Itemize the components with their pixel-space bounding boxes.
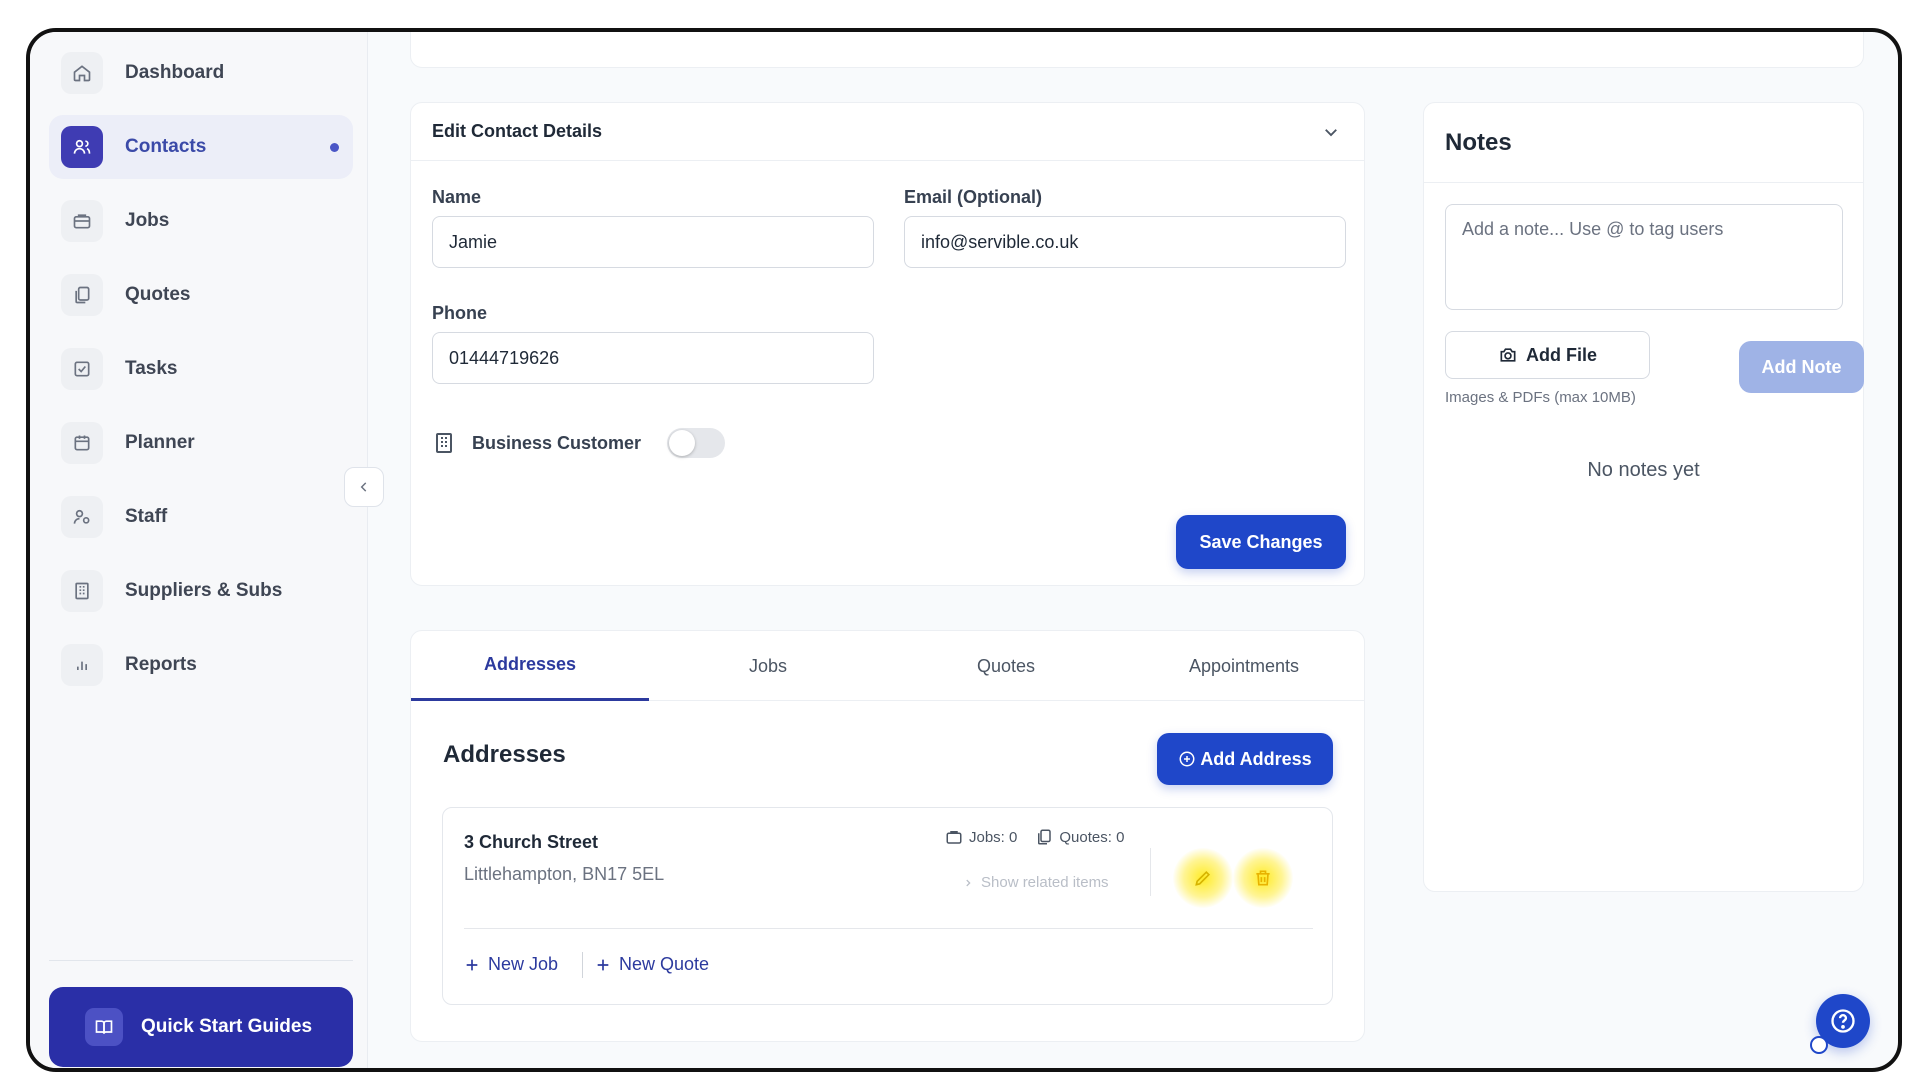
documents-icon: [1038, 829, 1052, 845]
sidebar-item-label: Planner: [125, 432, 195, 453]
active-indicator-dot: [330, 143, 339, 152]
chevron-left-icon: [360, 482, 367, 492]
pencil-icon: [1195, 870, 1211, 886]
documents-icon: [61, 274, 103, 316]
help-badge-icon: [1810, 1036, 1828, 1054]
notes-card: Notes Add File Images & PDFs (max 10MB) …: [1423, 102, 1864, 892]
new-quote-link[interactable]: New Quote: [595, 954, 709, 975]
edit-address-button[interactable]: [1173, 848, 1233, 908]
contact-tabs-card: Addresses Jobs Quotes Appointments Addre…: [410, 630, 1365, 1042]
name-field[interactable]: [432, 216, 874, 268]
address-item: 3 Church Street Littlehampton, BN17 5EL …: [442, 807, 1333, 1005]
business-customer-row: Business Customer: [432, 428, 726, 458]
question-icon: [1831, 1009, 1855, 1033]
sidebar-item-staff[interactable]: Staff: [49, 485, 353, 549]
sidebar-item-label: Contacts: [125, 136, 207, 157]
home-icon: [61, 52, 103, 94]
checkbox-icon: [61, 348, 103, 390]
show-related-items-link[interactable]: Show related items: [963, 874, 1109, 891]
tab-bar: Addresses Jobs Quotes Appointments: [411, 631, 1364, 701]
users-icon: [61, 126, 103, 168]
tab-quotes[interactable]: Quotes: [887, 631, 1125, 701]
new-job-link[interactable]: New Job: [464, 954, 558, 975]
sidebar-item-label: Suppliers & Subs: [125, 580, 283, 601]
edit-contact-header[interactable]: Edit Contact Details: [411, 103, 1364, 161]
business-customer-toggle[interactable]: [667, 428, 726, 458]
email-field[interactable]: [904, 216, 1346, 268]
business-customer-label: Business Customer: [472, 432, 642, 453]
link-divider: [582, 952, 583, 978]
toggle-knob: [669, 430, 696, 456]
add-address-button[interactable]: Add Address: [1157, 733, 1333, 785]
plus-icon: [466, 959, 478, 970]
quotes-count: Quotes: 0: [1059, 828, 1125, 846]
add-address-label: Add Address: [1200, 748, 1312, 769]
book-icon: [85, 1008, 123, 1046]
add-file-label: Add File: [1526, 344, 1597, 365]
show-related-label: Show related items: [981, 874, 1109, 891]
quick-start-guides-button[interactable]: Quick Start Guides: [49, 987, 353, 1067]
briefcase-icon: [946, 831, 962, 844]
sidebar-item-dashboard[interactable]: Dashboard: [49, 41, 353, 105]
edit-contact-title: Edit Contact Details: [432, 121, 603, 141]
sidebar-item-suppliers[interactable]: Suppliers & Subs: [49, 559, 353, 623]
app-window: Dashboard Contacts Jobs Quotes Tasks Pla…: [26, 28, 1902, 1072]
sidebar-item-jobs[interactable]: Jobs: [49, 189, 353, 253]
phone-field[interactable]: [432, 332, 874, 384]
address-street: 3 Church Street: [464, 832, 599, 852]
plus-circle-icon: [1179, 751, 1195, 767]
email-label: Email (Optional): [904, 187, 1043, 207]
new-quote-label: New Quote: [619, 954, 710, 974]
actions-divider: [1150, 848, 1151, 896]
add-file-button[interactable]: Add File: [1445, 331, 1650, 379]
address-city: Littlehampton, BN17 5EL: [464, 864, 665, 884]
delete-address-button[interactable]: [1233, 848, 1293, 908]
calendar-icon: [61, 422, 103, 464]
building-icon: [61, 570, 103, 612]
sidebar-item-label: Tasks: [125, 358, 178, 379]
empty-notes-text: No notes yet: [1587, 459, 1700, 481]
sidebar-item-quotes[interactable]: Quotes: [49, 263, 353, 327]
bar-chart-icon: [61, 644, 103, 686]
sidebar-item-planner[interactable]: Planner: [49, 411, 353, 475]
jobs-count: Jobs: 0: [969, 828, 1018, 846]
sidebar-item-tasks[interactable]: Tasks: [49, 337, 353, 401]
address-divider: [464, 928, 1313, 929]
sidebar-item-label: Reports: [125, 654, 197, 675]
staff-icon: [61, 496, 103, 538]
tab-appointments[interactable]: Appointments: [1125, 631, 1363, 701]
sidebar-item-label: Jobs: [125, 210, 170, 231]
add-note-button[interactable]: Add Note: [1739, 341, 1864, 393]
sidebar: Dashboard Contacts Jobs Quotes Tasks Pla…: [30, 32, 368, 1068]
address-counts: Jobs: 0 Quotes: 0: [945, 828, 1124, 846]
chevron-down-icon[interactable]: [1322, 123, 1340, 141]
sidebar-divider: [49, 960, 353, 961]
addresses-heading: Addresses: [443, 741, 566, 768]
sidebar-item-contacts[interactable]: Contacts: [49, 115, 353, 179]
trash-icon: [1256, 870, 1270, 886]
briefcase-icon: [61, 200, 103, 242]
chevron-right-icon: [966, 879, 971, 886]
name-label: Name: [432, 187, 482, 207]
file-hint: Images & PDFs (max 10MB): [1445, 389, 1636, 406]
notes-title: Notes: [1445, 128, 1512, 156]
sidebar-item-label: Staff: [125, 506, 168, 527]
building-icon: [436, 433, 452, 453]
note-input[interactable]: [1445, 204, 1843, 310]
collapse-sidebar-button[interactable]: [344, 467, 384, 507]
previous-section-card: [410, 32, 1864, 68]
tab-jobs[interactable]: Jobs: [649, 631, 887, 701]
sidebar-item-reports[interactable]: Reports: [49, 633, 353, 697]
sidebar-item-label: Dashboard: [125, 62, 225, 83]
save-changes-button[interactable]: Save Changes: [1176, 515, 1346, 569]
notes-header: Notes: [1424, 103, 1863, 183]
camera-icon: [1500, 348, 1516, 362]
edit-contact-card: Edit Contact Details Name Email (Optiona…: [410, 102, 1365, 586]
new-job-label: New Job: [488, 954, 559, 974]
sidebar-item-label: Quotes: [125, 284, 191, 305]
phone-label: Phone: [432, 303, 488, 323]
quick-start-label: Quick Start Guides: [141, 1016, 313, 1037]
tab-addresses[interactable]: Addresses: [411, 631, 649, 701]
plus-icon: [597, 959, 609, 970]
